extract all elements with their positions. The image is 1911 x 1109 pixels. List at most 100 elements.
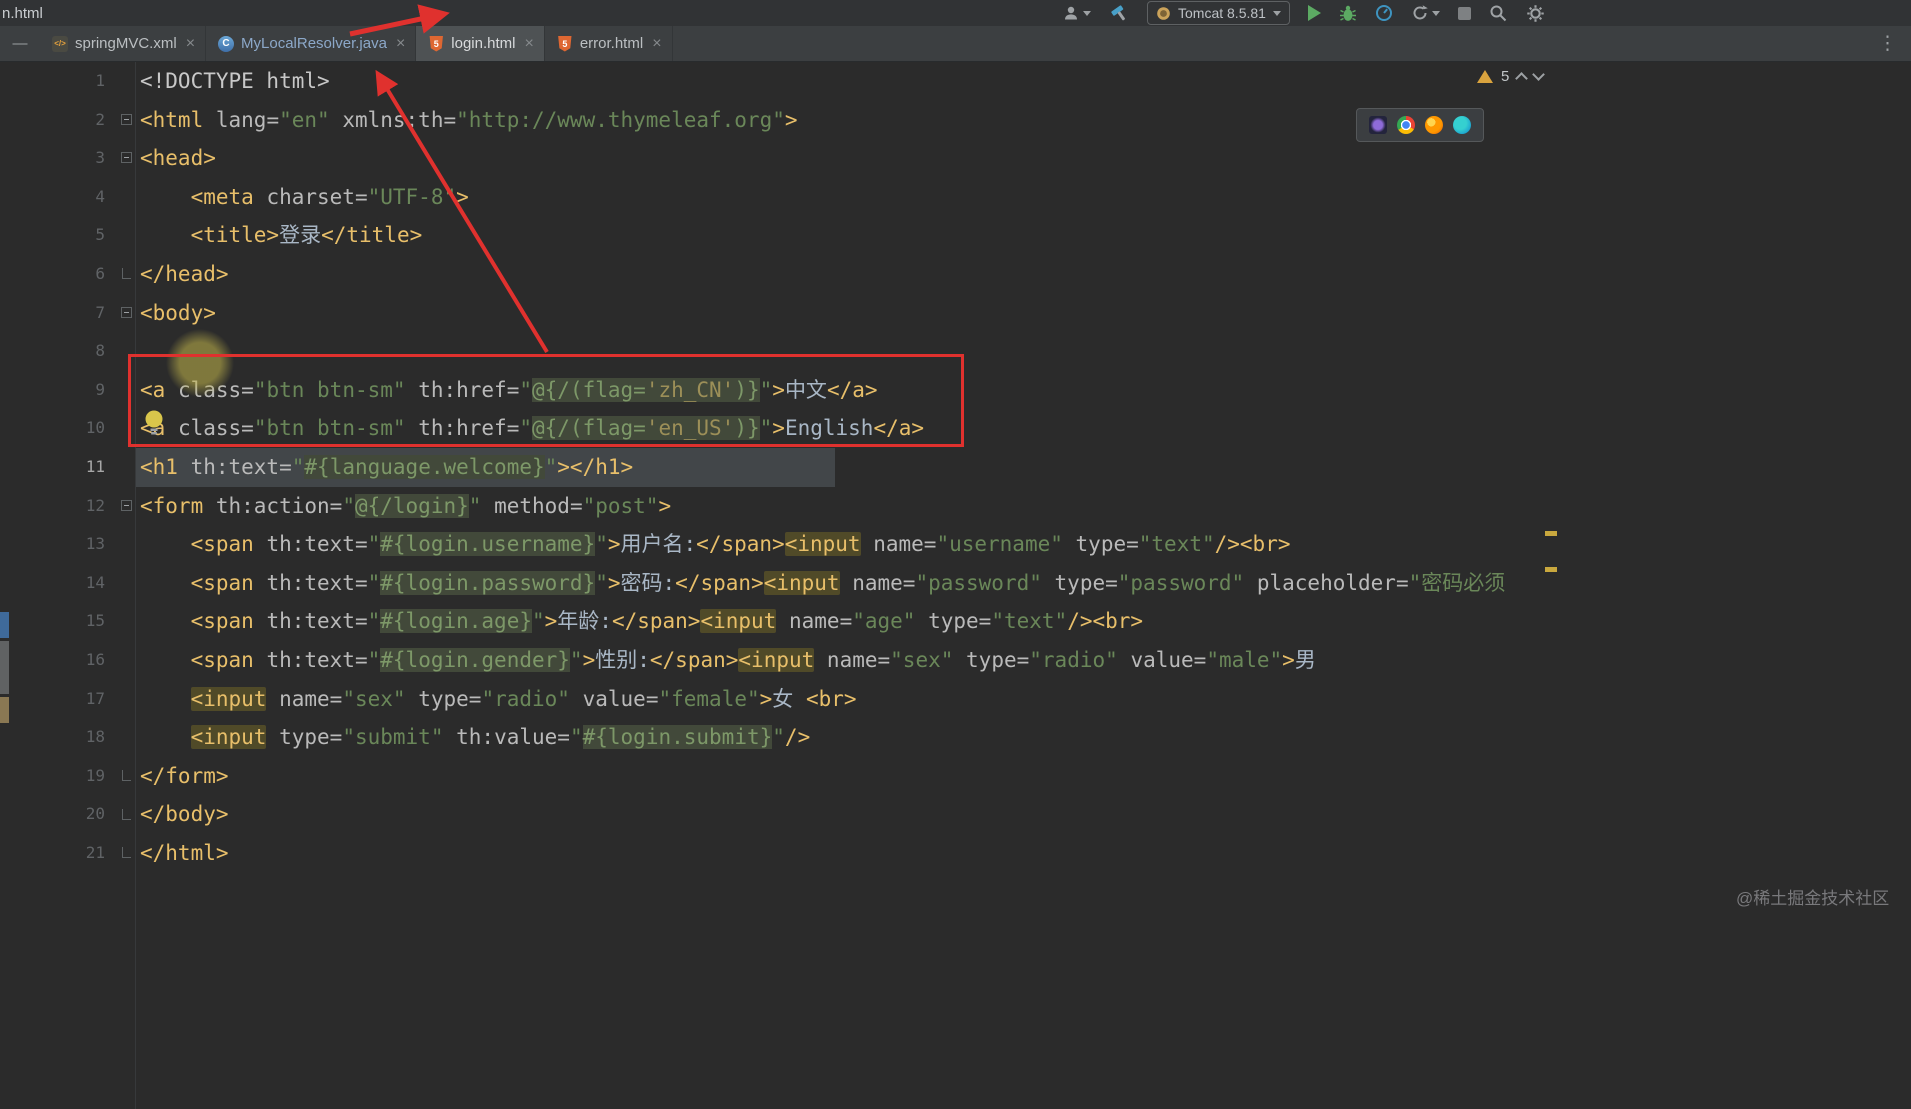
- code-line-16[interactable]: 16 <span th:text="#{login.gender}">性别:</…: [0, 641, 1911, 680]
- code-line-5[interactable]: 5 <title>登录</title>: [0, 216, 1911, 255]
- fold-marker[interactable]: [122, 808, 131, 820]
- tab-error.html[interactable]: 5 error.html ×: [545, 26, 673, 61]
- fold-marker[interactable]: [121, 152, 132, 164]
- editor-tab-bar: — </> springMVC.xml × C MyLocalResolver.java…: [0, 26, 1911, 62]
- stop-button[interactable]: [1457, 6, 1471, 20]
- java-class-icon: C: [218, 35, 235, 52]
- warning-count: 5: [1501, 67, 1510, 85]
- user-menu-button[interactable]: [1062, 4, 1091, 22]
- next-warning-icon[interactable]: [1532, 68, 1546, 81]
- code-line-18[interactable]: 18 <input type="submit" th:value="#{logi…: [0, 718, 1911, 757]
- html-file-icon: 5: [558, 35, 572, 52]
- fold-marker[interactable]: [121, 499, 132, 511]
- line-number: 20: [0, 795, 135, 834]
- code-line-20[interactable]: 20 </body>: [0, 795, 1911, 834]
- tab-label: springMVC.xml: [75, 35, 177, 52]
- code-line-7[interactable]: 7 <body>: [0, 294, 1911, 333]
- window-title: n.html: [2, 4, 43, 22]
- line-number: 7: [0, 294, 135, 333]
- intention-bulb-icon[interactable]: [142, 408, 166, 438]
- chevron-down-icon: [1431, 10, 1440, 16]
- code-line-4[interactable]: 4 <meta charset="UTF-8">: [0, 178, 1911, 217]
- chevron-down-icon: [1083, 10, 1091, 16]
- bug-icon: [1339, 5, 1356, 21]
- code-line-9[interactable]: 9 <a class="btn btn-sm" th:href="@{/(flag…: [0, 371, 1911, 410]
- settings-button[interactable]: [1526, 4, 1545, 23]
- html-file-icon: 5: [429, 35, 444, 52]
- close-icon[interactable]: ×: [524, 35, 533, 52]
- debug-button[interactable]: [1339, 4, 1357, 23]
- code-line-8[interactable]: 8: [0, 332, 1911, 371]
- warning-icon: [1477, 69, 1493, 83]
- stop-icon: [1457, 6, 1471, 20]
- profile-button[interactable]: [1375, 4, 1393, 22]
- line-number: 12: [0, 487, 135, 526]
- code-editor[interactable]: 1 <!DOCTYPE html> 2 <html lang="en" xmlns:t…: [0, 62, 1911, 1109]
- code-line-17[interactable]: 17 <input name="sex" type="radio" value=…: [0, 680, 1911, 719]
- line-number: 19: [0, 757, 135, 796]
- firefox-browser-icon[interactable]: [1425, 116, 1443, 134]
- gear-icon: [1527, 4, 1544, 22]
- code-line-2[interactable]: 2 <html lang="en" xmlns:th="http://www.th…: [0, 101, 1911, 140]
- tab-label: login.html: [451, 35, 516, 52]
- code-line-19[interactable]: 19 </form>: [0, 757, 1911, 796]
- line-number: 21: [0, 834, 135, 873]
- tab-MyLocalResolver.java[interactable]: C MyLocalResolver.java ×: [206, 26, 417, 61]
- profiler-icon: [1375, 5, 1392, 21]
- code-line-3[interactable]: 3 <head>: [0, 139, 1911, 178]
- code-line-12[interactable]: 12 <form th:action="@{/login}" method="po…: [0, 487, 1911, 526]
- code-line-15[interactable]: 15 <span th:text="#{login.age}">年龄:</spa…: [0, 602, 1911, 641]
- close-icon[interactable]: ×: [396, 35, 405, 52]
- fold-marker[interactable]: [122, 268, 131, 280]
- code-line-13[interactable]: 13 <span th:text="#{login.username}">用户名…: [0, 525, 1911, 564]
- tomcat-icon: [1157, 6, 1170, 20]
- line-number: 1: [95, 71, 105, 90]
- line-number: 18: [85, 727, 105, 747]
- gutter-mark-blue: [0, 612, 9, 638]
- run-config-select[interactable]: Tomcat 8.5.81: [1147, 1, 1290, 25]
- tab-springMVC.xml[interactable]: </> springMVC.xml ×: [40, 26, 207, 61]
- tab-label: error.html: [579, 35, 644, 52]
- previous-warning-icon[interactable]: [1515, 72, 1529, 85]
- search-icon: [1490, 5, 1507, 21]
- fold-marker[interactable]: [122, 769, 131, 781]
- line-number: 11: [85, 456, 105, 476]
- code-line-11[interactable]: 11 <h1 th:text="#{language.welcome}"></h1…: [0, 447, 1911, 487]
- code-line-14[interactable]: 14 <span th:text="#{login.password}">密码:…: [0, 564, 1911, 603]
- fold-marker[interactable]: [121, 113, 132, 125]
- line-number: 5: [95, 225, 105, 245]
- search-everywhere-button[interactable]: [1489, 4, 1508, 23]
- code-line-10[interactable]: 10 <a class="btn btn-sm" th:href="@{/(fla…: [0, 409, 1911, 448]
- line-number: 4: [95, 186, 105, 206]
- user-icon: [1065, 6, 1077, 20]
- gutter-mark-gray: [0, 641, 9, 694]
- gutter-separator: [135, 62, 136, 1109]
- inspections-widget[interactable]: 5: [1477, 64, 1546, 88]
- rerun-button[interactable]: [1411, 4, 1440, 22]
- run-config-label: Tomcat 8.5.81: [1178, 5, 1266, 21]
- chrome-browser-icon[interactable]: [1397, 116, 1415, 134]
- line-number: 17: [85, 688, 105, 708]
- ide-window: n.html Tomcat 8.5.81 — </> springMVC.xml…: [0, 0, 1911, 1109]
- ie-browser-icon[interactable]: [1369, 116, 1387, 134]
- more-options-icon[interactable]: ⋮: [1864, 26, 1911, 61]
- line-number: 2: [0, 101, 135, 140]
- scrollbar-warning-mark: [1545, 531, 1557, 536]
- hide-tabs-icon[interactable]: —: [0, 26, 40, 61]
- edge-browser-icon[interactable]: [1453, 116, 1471, 134]
- main-toolbar: Tomcat 8.5.81: [1062, 0, 1545, 26]
- title-bar: n.html Tomcat 8.5.81: [0, 0, 1911, 26]
- fold-marker[interactable]: [122, 847, 131, 859]
- close-icon[interactable]: ×: [186, 35, 195, 52]
- line-number: 10: [85, 418, 105, 438]
- line-number: 15: [85, 611, 105, 631]
- build-button[interactable]: [1109, 3, 1129, 23]
- code-line-21[interactable]: 21 </html>: [0, 834, 1911, 873]
- code-line-6[interactable]: 6 </head>: [0, 255, 1911, 294]
- code-line-1[interactable]: 1 <!DOCTYPE html>: [0, 62, 1911, 101]
- hammer-icon: [1111, 5, 1125, 21]
- run-button[interactable]: [1307, 5, 1321, 21]
- tab-login.html[interactable]: 5 login.html ×: [416, 26, 545, 61]
- close-icon[interactable]: ×: [652, 35, 661, 52]
- fold-marker[interactable]: [121, 306, 132, 318]
